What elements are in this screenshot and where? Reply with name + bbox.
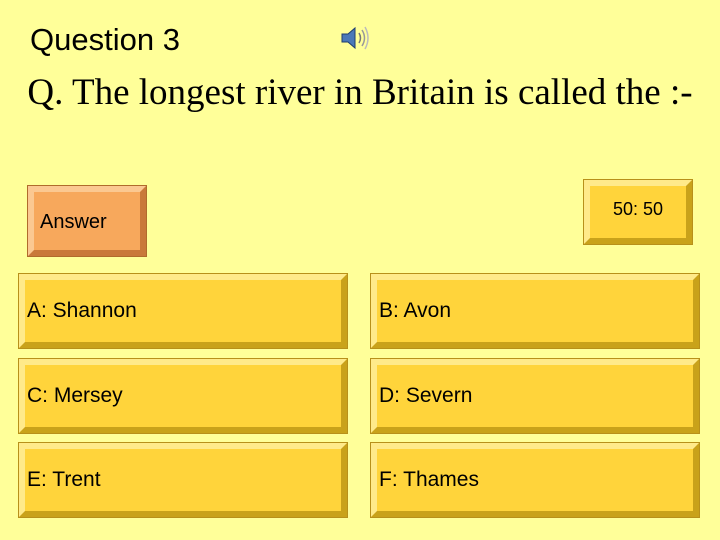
option-b-label: B: Avon <box>379 299 452 322</box>
fifty-fifty-label: 50: 50 <box>612 198 664 219</box>
option-e-label: E: Trent <box>27 468 101 491</box>
question-number-title: Question 3 <box>30 22 180 57</box>
option-a-button[interactable]: A: Shannon <box>18 273 348 349</box>
option-d-label: D: Severn <box>379 384 473 407</box>
answer-button-label: Answer <box>40 210 107 233</box>
option-c-button[interactable]: C: Mersey <box>18 358 348 434</box>
speaker-icon[interactable] <box>338 24 372 52</box>
option-b-button[interactable]: B: Avon <box>370 273 700 349</box>
quiz-slide: Question 3 Q. The longest river in Brita… <box>0 0 720 540</box>
option-c-label: C: Mersey <box>27 384 123 407</box>
fifty-fifty-button[interactable]: 50: 50 <box>583 179 693 245</box>
option-f-label: F: Thames <box>379 468 479 491</box>
option-a-label: A: Shannon <box>27 299 137 322</box>
answer-button[interactable]: Answer <box>27 185 147 257</box>
option-d-button[interactable]: D: Severn <box>370 358 700 434</box>
option-f-button[interactable]: F: Thames <box>370 442 700 518</box>
option-e-button[interactable]: E: Trent <box>18 442 348 518</box>
question-text: Q. The longest river in Britain is calle… <box>27 72 693 113</box>
